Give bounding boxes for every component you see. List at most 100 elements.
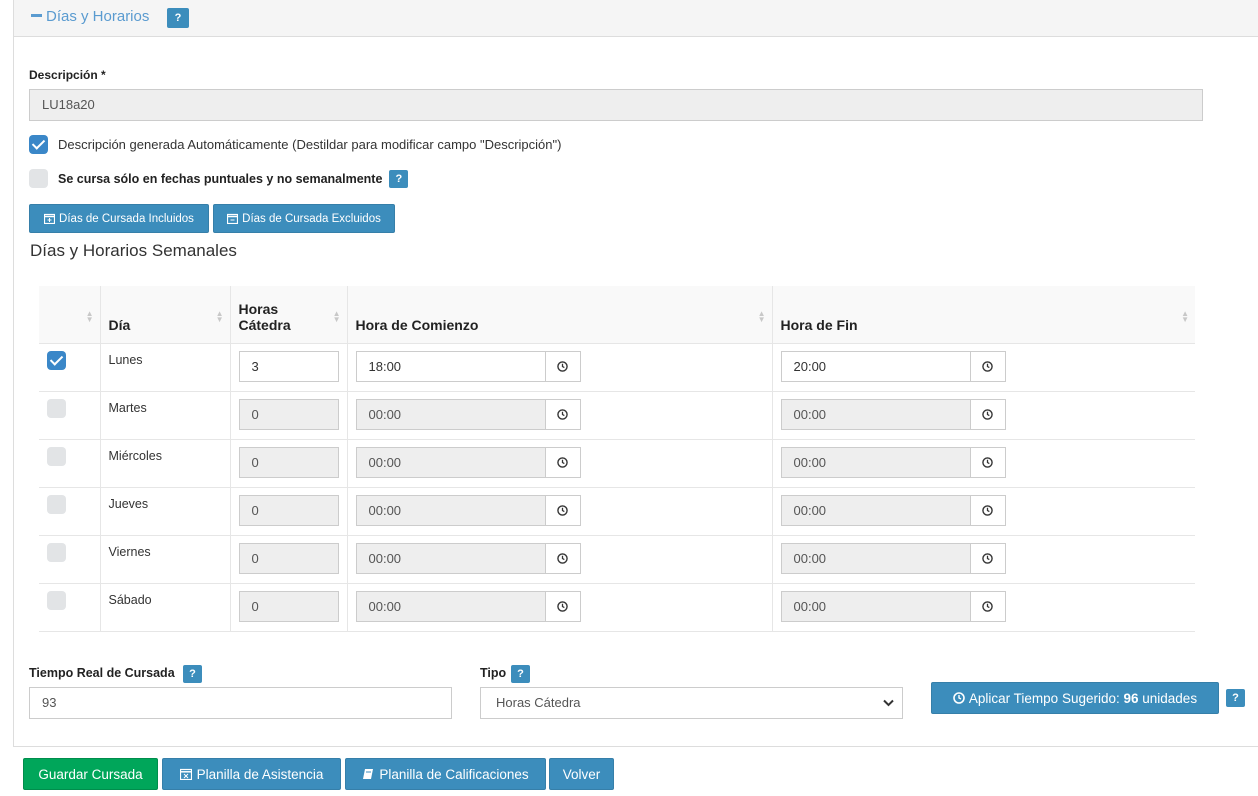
start-time-picker[interactable] [545,446,581,478]
day-label: Sábado [108,592,152,607]
schedule-table: ▲ ▼ Día ▲ ▼ Horas Cátedra ▲ ▼ Hora de Comienz… [39,286,1195,632]
end-time-picker[interactable] [970,494,1006,526]
start-time-input[interactable]: 00:00 [355,590,546,622]
hours-input[interactable]: 0 [238,398,339,430]
help-icon[interactable]: ? [511,665,530,683]
column-header-start[interactable]: Hora de Comienzo ▲ ▼ [346,286,772,344]
start-time-picker[interactable] [545,494,581,526]
table-row: Viernes 0 00:00 00:00 [39,534,1195,583]
hours-input[interactable]: 0 [238,446,339,478]
included-days-label: Días de Cursada Incluidos [59,212,194,225]
tipo-select[interactable]: Horas Cátedra [480,687,903,719]
apply-prefix: Aplicar Tiempo Sugerido: [968,690,1124,706]
start-time-picker[interactable] [545,350,581,382]
day-checkbox[interactable] [47,446,66,466]
day-checkbox[interactable] [47,398,66,418]
start-time-picker[interactable] [545,590,581,622]
description-input[interactable]: LU18a20 [29,89,1203,121]
column-header-end[interactable]: Hora de Fin ▲ ▼ [771,286,1195,344]
panel-heading: Días y Horarios ? [14,0,1258,37]
hours-input[interactable]: 0 [238,542,339,574]
table-row: Martes 0 00:00 00:00 [39,390,1195,439]
hours-cell: 0 [229,390,347,439]
start-time-input[interactable]: 18:00 [355,350,546,382]
clock-icon [982,408,993,420]
hours-cell: 0 [229,534,347,583]
included-days-button[interactable]: Días de Cursada Incluidos [29,204,209,233]
end-cell: 00:00 [771,582,1195,632]
puntual-checkbox[interactable] [29,169,48,188]
start-cell: 00:00 [346,582,772,632]
help-icon[interactable]: ? [183,665,202,683]
attendance-sheet-button[interactable]: Planilla de Asistencia [162,758,341,790]
start-time-input[interactable]: 00:00 [355,398,546,430]
end-time-input[interactable]: 00:00 [780,446,971,478]
save-course-button[interactable]: Guardar Cursada [23,758,158,790]
end-time-input[interactable]: 00:00 [780,542,971,574]
day-label: Lunes [108,352,143,367]
end-cell: 00:00 [771,486,1195,535]
tipo-label: Tipo [480,666,507,680]
excluded-days-button[interactable]: Días de Cursada Excluidos [213,204,395,233]
sort-icon: ▲ ▼ [85,308,94,324]
day-cell: Miércoles [99,438,230,487]
column-header-hours[interactable]: Horas Cátedra ▲ ▼ [229,286,347,344]
hours-input[interactable]: 0 [238,494,339,526]
start-time-picker[interactable] [545,542,581,574]
day-cell: Jueves [99,486,230,535]
start-cell: 00:00 [346,438,772,487]
end-time-picker[interactable] [970,446,1006,478]
clock-icon [982,600,993,612]
clock-icon [982,504,993,516]
table-row: Sábado 0 00:00 00:00 [39,582,1195,632]
column-header-select[interactable]: ▲ ▼ [39,286,100,344]
back-button[interactable]: Volver [549,758,614,790]
start-time-input[interactable]: 00:00 [355,494,546,526]
end-time-input[interactable]: 00:00 [780,590,971,622]
auto-description-row: Descripción generada Automáticamente (De… [29,135,561,154]
end-cell: 00:00 [771,534,1195,583]
end-time-picker[interactable] [970,590,1006,622]
excluded-days-label: Días de Cursada Excluidos [242,212,381,225]
panel-title[interactable]: Días y Horarios [31,8,149,25]
tiempo-real-input[interactable]: 93 [29,687,452,719]
schedule-title: Días y Horarios Semanales [30,241,237,260]
start-cell: 00:00 [346,390,772,439]
collapse-icon[interactable] [31,14,42,18]
end-time-picker[interactable] [970,398,1006,430]
clock-icon [982,552,993,564]
day-checkbox[interactable] [47,494,66,514]
end-time-picker[interactable] [970,542,1006,574]
hours-input[interactable]: 3 [238,350,339,382]
help-icon[interactable]: ? [1226,689,1245,707]
start-time-input[interactable]: 00:00 [355,446,546,478]
start-cell: 00:00 [346,486,772,535]
end-time-input[interactable]: 00:00 [780,398,971,430]
end-time-picker[interactable] [970,350,1006,382]
clock-icon [557,456,568,468]
day-checkbox[interactable] [47,542,66,562]
end-time-input[interactable]: 00:00 [780,494,971,526]
clock-icon [557,504,568,516]
help-icon[interactable]: ? [389,169,409,188]
puntual-label: Se cursa sólo en fechas puntuales y no s… [58,171,383,186]
start-time-input[interactable]: 00:00 [355,542,546,574]
day-checkbox[interactable] [47,590,66,610]
column-header-day[interactable]: Día ▲ ▼ [99,286,230,344]
apply-suggested-time-button[interactable]: Aplicar Tiempo Sugerido: 96 unidades [931,682,1219,714]
help-icon[interactable]: ? [167,8,189,28]
select-cell [39,390,100,439]
sort-icon: ▲ ▼ [757,308,766,324]
hours-input[interactable]: 0 [238,590,339,622]
start-time-picker[interactable] [545,398,581,430]
clock-icon [557,552,568,564]
end-time-input[interactable]: 20:00 [780,350,971,382]
sort-icon: ▲ ▼ [215,308,224,324]
auto-description-checkbox[interactable] [29,135,48,154]
clock-icon [982,360,993,372]
select-cell [39,534,100,583]
panel-title-text[interactable]: Días y Horarios [46,8,149,25]
grades-sheet-button[interactable]: Planilla de Calificaciones [345,758,546,790]
hours-cell: 0 [229,438,347,487]
day-checkbox[interactable] [47,350,66,370]
